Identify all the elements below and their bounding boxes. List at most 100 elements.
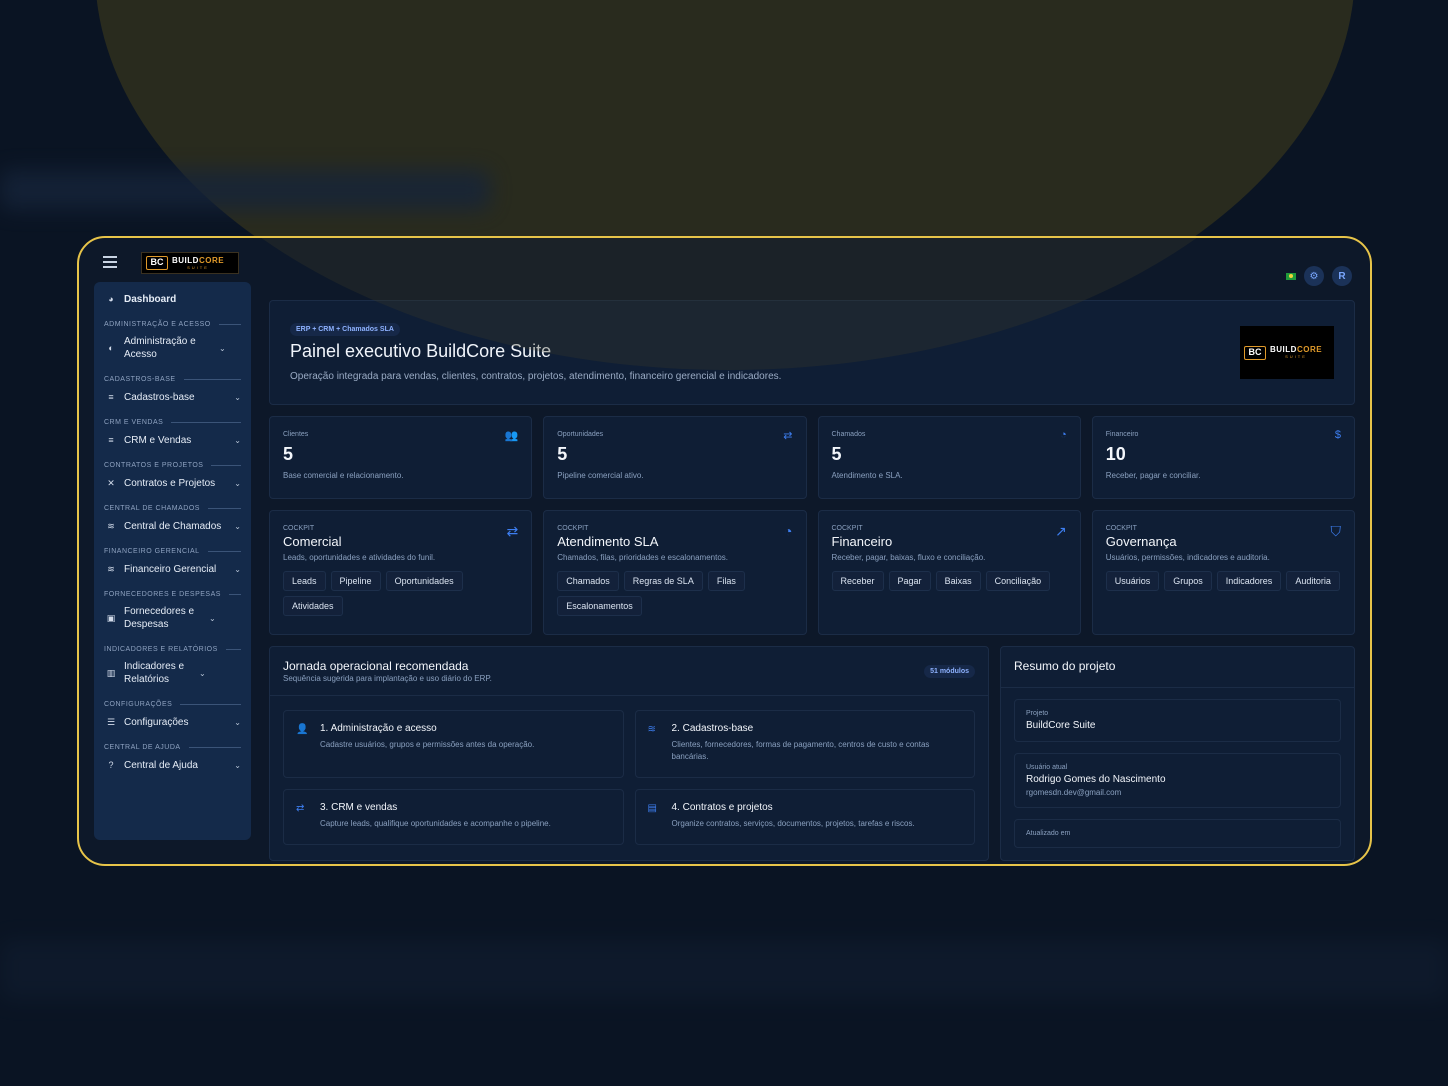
chip-indicadores[interactable]: Indicadores [1216, 571, 1282, 591]
chip-chamados[interactable]: Chamados [557, 571, 619, 591]
sidebar-item-cadastros[interactable]: ≡ Cadastros-base ⌄ [94, 386, 251, 408]
menu-icon[interactable] [103, 256, 117, 268]
sidebar-section-title: CONFIGURAÇÕES [94, 697, 251, 711]
summary-user: Usuário atual Rodrigo Gomes do Nasciment… [1014, 753, 1341, 808]
chip-auditoria[interactable]: Auditoria [1286, 571, 1340, 591]
line-chart-icon: ↗ [1055, 523, 1067, 539]
chip-baixas[interactable]: Baixas [935, 571, 981, 591]
shield-icon: ◐ [108, 343, 114, 353]
sidebar-item-financeiro[interactable]: ≋ Financeiro Gerencial ⌄ [94, 558, 251, 580]
section-label: FINANCEIRO GERENCIAL [104, 547, 200, 555]
summary-value: Rodrigo Gomes do Nascimento [1026, 774, 1166, 785]
chip-group: Chamados Regras de SLA Filas Escalonamen… [557, 571, 792, 616]
cockpit-kicker: COCKPIT [1105, 525, 1137, 532]
sidebar-item-label: Configurações [124, 716, 189, 728]
chip-receber[interactable]: Receber [831, 571, 884, 591]
chip-filas[interactable]: Filas [707, 571, 745, 591]
stat-card-oportunidades[interactable]: Oportunidades 5 Pipeline comercial ativo… [543, 416, 807, 499]
logo-mark: BC [1244, 345, 1266, 360]
sidebar-item-chamados[interactable]: ≋ Central de Chamados ⌄ [94, 515, 251, 537]
chip-group: Leads Pipeline Oportunidades Atividades [283, 571, 518, 616]
divider [1001, 687, 1354, 688]
brazil-flag-icon[interactable] [1286, 272, 1296, 280]
stats-row: Clientes 5 Base comercial e relacionamen… [269, 416, 1355, 499]
chip-regras-sla[interactable]: Regras de SLA [623, 571, 703, 591]
sidebar-section-title: FORNECEDORES E DESPESAS [94, 587, 251, 601]
step-desc: Organize contratos, serviços, documentos… [671, 819, 915, 828]
headset-icon: ◔ [1060, 429, 1067, 441]
cockpit-title: Financeiro [831, 534, 893, 549]
document-icon: ▤ [647, 803, 657, 814]
user-avatar[interactable]: R [1332, 266, 1352, 286]
pie-chart-icon: ◕ [108, 294, 114, 304]
section-label: INDICADORES E RELATÓRIOS [104, 645, 218, 653]
stat-card-chamados[interactable]: Chamados 5 Atendimento e SLA. ◔ [817, 416, 1081, 499]
logo-word-a: BUILD [1270, 345, 1297, 354]
cockpit-title: Governança [1105, 534, 1177, 549]
sidebar-item-ajuda[interactable]: ? Central de Ajuda ⌄ [94, 754, 251, 776]
journey-step[interactable]: ≋ 2. Cadastros-base Clientes, fornecedor… [634, 710, 975, 778]
cockpit-desc: Receber, pagar, baixas, fluxo e concilia… [831, 553, 986, 562]
logo-word-b: CORE [198, 255, 225, 265]
logo-text: BUILDCORE SUITE [1270, 345, 1322, 360]
journey-step[interactable]: ⇄ 3. CRM e vendas Capture leads, qualifi… [283, 789, 624, 845]
hero-logo: BC BUILDCORE SUITE [1240, 326, 1334, 379]
briefcase-icon: ▣ [106, 612, 116, 623]
chip-oportunidades[interactable]: Oportunidades [385, 571, 463, 591]
summary-card: Resumo do projeto Projeto BuildCore Suit… [1000, 646, 1355, 861]
journey-steps: 👤 1. Administração e acesso Cadastre usu… [270, 696, 988, 859]
modules-badge: 51 módulos [924, 665, 975, 678]
sidebar-item-dashboard[interactable]: ◕ Dashboard [94, 288, 251, 310]
chip-atividades[interactable]: Atividades [283, 596, 343, 616]
sidebar: ◕ Dashboard ADMINISTRAÇÃO E ACESSO ◐ Adm… [94, 282, 251, 840]
shield-icon: ⛉ [1330, 523, 1342, 539]
chip-conciliacao[interactable]: Conciliação [985, 571, 1051, 591]
cockpit-card-governanca: COCKPIT Governança Usuários, permissões,… [1091, 510, 1355, 635]
sidebar-item-configuracoes[interactable]: ☰ Configurações ⌄ [94, 711, 251, 733]
sidebar-item-label: Dashboard [124, 293, 177, 305]
logo-word-a: BUILD [172, 255, 199, 265]
stat-card-financeiro[interactable]: Financeiro 10 Receber, pagar e conciliar… [1091, 416, 1355, 499]
chip-leads[interactable]: Leads [283, 571, 326, 591]
chip-grupos[interactable]: Grupos [1164, 571, 1212, 591]
journey-step[interactable]: 👤 1. Administração e acesso Cadastre usu… [283, 710, 624, 778]
section-label: CENTRAL DE AJUDA [104, 743, 181, 751]
sidebar-section-title: CONTRATOS E PROJETOS [94, 458, 251, 472]
hero-badge: ERP + CRM + Chamados SLA [290, 323, 400, 336]
headset-icon: ◔ [784, 523, 793, 539]
bottom-row: Jornada operacional recomendada Sequênci… [269, 646, 1355, 861]
handshake-icon: ⇄ [506, 523, 519, 539]
cockpit-card-atendimento: COCKPIT Atendimento SLA Chamados, filas,… [543, 510, 807, 635]
chevron-down-icon: ⌄ [234, 521, 241, 531]
user-gear-icon: 👤 [296, 724, 309, 735]
sidebar-item-administracao[interactable]: ◐ Administração e Acesso ⌄ [94, 331, 251, 365]
stat-label: Clientes [283, 431, 309, 438]
journey-step[interactable]: ▤ 4. Contratos e projetos Organize contr… [634, 789, 975, 845]
journey-subtitle: Sequência sugerida para implantação e us… [283, 674, 492, 683]
settings-gear-icon[interactable]: ⚙ [1304, 266, 1324, 286]
summary-title: Resumo do projeto [1014, 659, 1116, 673]
layers-icon: ≋ [107, 520, 115, 531]
section-label: CONFIGURAÇÕES [104, 700, 173, 708]
chip-pipeline[interactable]: Pipeline [330, 571, 381, 591]
brand-logo[interactable]: BC BUILDCORE SUITE [141, 252, 239, 274]
sidebar-item-indicadores[interactable]: ▥ Indicadores e Relatórios ⌄ [94, 656, 251, 690]
step-desc: Clientes, fornecedores, formas de pagame… [671, 740, 930, 761]
cockpit-desc: Usuários, permissões, indicadores e audi… [1105, 553, 1270, 562]
chip-pagar[interactable]: Pagar [888, 571, 931, 591]
sidebar-item-crm[interactable]: ≡ CRM e Vendas ⌄ [94, 429, 251, 451]
summary-project: Projeto BuildCore Suite [1014, 699, 1341, 742]
section-label: FORNECEDORES E DESPESAS [104, 590, 221, 598]
sidebar-item-contratos[interactable]: ✕ Contratos e Projetos ⌄ [94, 472, 251, 494]
chip-escalonamentos[interactable]: Escalonamentos [557, 596, 642, 616]
stat-value: 10 [1105, 444, 1126, 464]
stat-desc: Base comercial e relacionamento. [283, 471, 404, 480]
sliders-icon: ☰ [106, 716, 116, 727]
stat-label: Oportunidades [557, 431, 604, 438]
users-icon: 👥 [504, 430, 519, 442]
step-title: 1. Administração e acesso [320, 723, 437, 734]
stat-card-clientes[interactable]: Clientes 5 Base comercial e relacionamen… [269, 416, 533, 499]
sidebar-item-label: Administração e Acesso [124, 336, 196, 360]
sidebar-item-fornecedores[interactable]: ▣ Fornecedores e Despesas ⌄ [94, 601, 251, 635]
chip-usuarios[interactable]: Usuários [1105, 571, 1160, 591]
